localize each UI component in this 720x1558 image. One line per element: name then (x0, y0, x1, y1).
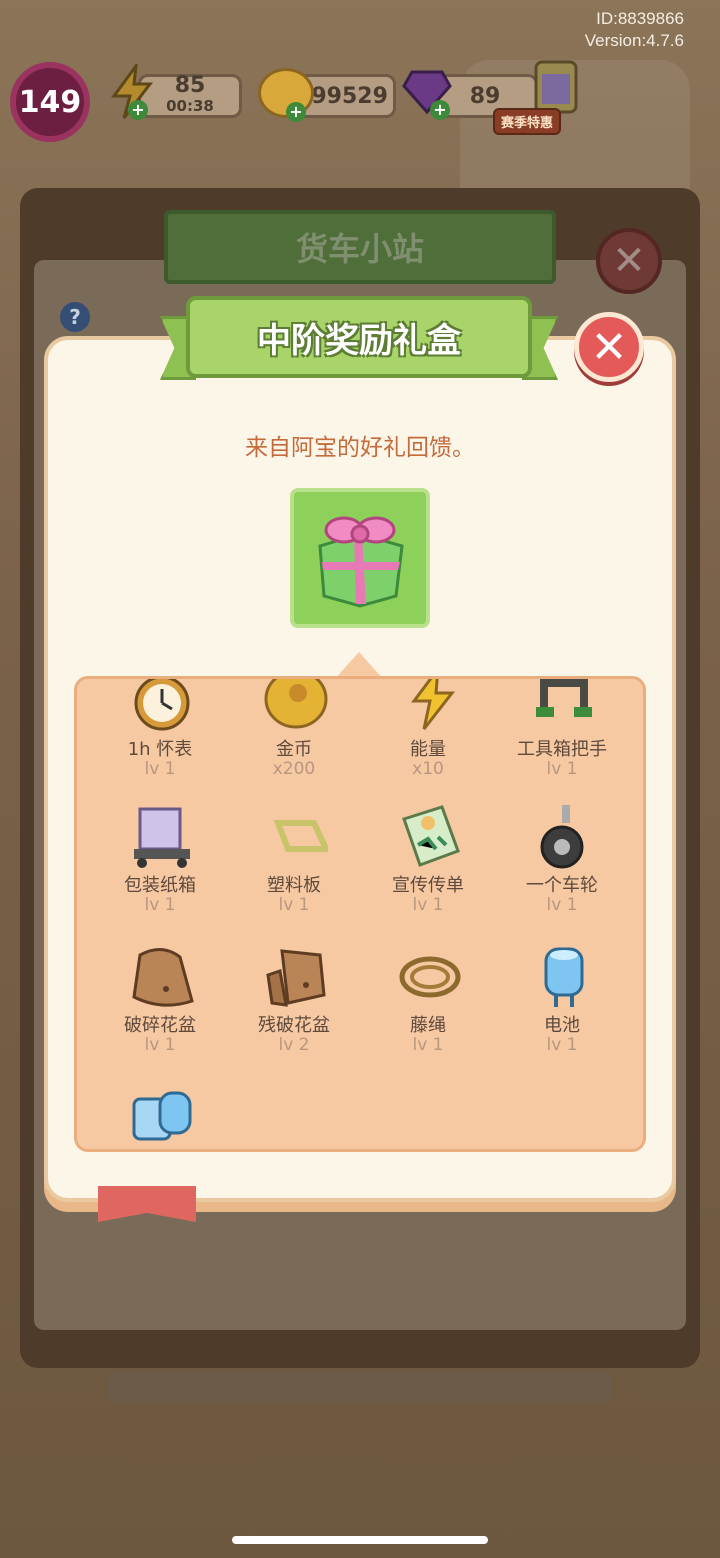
coin-icon (264, 679, 328, 733)
reward-item[interactable]: 破碎花盆 lv 1 (93, 945, 227, 1075)
reward-level: lv 1 (546, 759, 578, 779)
gift-box-frame (290, 488, 430, 628)
player-id: ID:8839866 (596, 9, 684, 28)
close-icon: ✕ (590, 321, 628, 373)
reward-name: 残破花盆 (258, 1015, 330, 1036)
background-panel-title-text: 货车小站 (295, 230, 424, 268)
reward-item[interactable]: 金币 x200 (227, 679, 361, 799)
reward-level: lv 1 (144, 895, 176, 915)
battery-icon (532, 945, 596, 1009)
reward-name: 电池 (544, 1015, 580, 1036)
flyer-icon (398, 805, 462, 869)
broken-pot-icon (130, 945, 194, 1009)
reward-name: 破碎花盆 (124, 1015, 196, 1036)
reward-level: lv 1 (412, 1035, 444, 1055)
reward-level: lv 1 (546, 895, 578, 915)
add-coins-icon[interactable]: + (286, 102, 306, 122)
add-energy-icon[interactable]: + (128, 100, 148, 120)
reward-level: lv 1 (278, 895, 310, 915)
reward-name: 1h 怀表 (127, 739, 193, 760)
level-value: 149 (18, 84, 82, 120)
dialog-title: 中阶奖励礼盒 (257, 320, 461, 361)
reward-level: lv 1 (144, 759, 176, 779)
version-info: ID:8839866 Version:4.7.6 (585, 8, 684, 52)
help-icon: ? (60, 302, 90, 332)
reward-level: lv 1 (412, 895, 444, 915)
reward-item[interactable] (93, 1085, 227, 1149)
reward-name: 塑料板 (267, 875, 321, 896)
level-badge[interactable]: 149 (10, 62, 90, 142)
version-text: Version:4.7.6 (584, 31, 684, 50)
reward-name: 藤绳 (410, 1015, 446, 1036)
reward-list[interactable]: 1h 怀表 lv 1 金币 x200 能量 x10 工具箱把手 lv 1 包装纸… (74, 676, 646, 1152)
reward-item[interactable]: 1h 怀表 lv 1 (93, 679, 227, 799)
damaged-pot-icon (264, 945, 328, 1009)
reward-level: lv 1 (546, 1035, 578, 1055)
reward-name: 宣传传单 (392, 875, 464, 896)
reward-name: 能量 (410, 739, 446, 760)
pocket-watch-icon (130, 679, 194, 733)
energy-timer: 00:38 (166, 97, 214, 115)
cardboard-box-icon (130, 805, 194, 869)
reward-item[interactable]: 包装纸箱 lv 1 (93, 805, 227, 935)
lightning-icon (398, 679, 462, 733)
reward-level: x10 (412, 759, 444, 779)
reward-item[interactable]: 宣传传单 lv 1 (361, 805, 495, 935)
reward-name: 一个车轮 (526, 875, 598, 896)
reward-name: 工具箱把手 (517, 739, 607, 760)
home-indicator[interactable] (232, 1536, 488, 1544)
reward-name: 包装纸箱 (124, 875, 196, 896)
energy-value: 85 (174, 73, 206, 98)
season-offer-label[interactable]: 赛季特惠 (493, 108, 562, 135)
rope-icon (398, 945, 462, 1009)
plastic-board-icon (264, 805, 331, 869)
background-panel-title: 货车小站 (164, 210, 556, 284)
dialog-title-ribbon: 中阶奖励礼盒 (186, 296, 532, 378)
reward-level: lv 1 (144, 1035, 176, 1055)
background-footer (108, 1372, 612, 1402)
reward-item[interactable]: 能量 x10 (361, 679, 495, 799)
wheel-icon (532, 805, 596, 869)
close-button[interactable]: ✕ (574, 312, 644, 382)
reward-item[interactable]: 电池 lv 1 (495, 945, 629, 1075)
add-gems-icon[interactable]: + (430, 100, 450, 120)
reward-item[interactable]: 残破花盆 lv 2 (227, 945, 361, 1075)
background-close-icon: ✕ (596, 228, 662, 294)
reward-item[interactable]: 一个车轮 lv 1 (495, 805, 629, 935)
gift-box-icon (318, 516, 404, 608)
battery-pack-icon (130, 1085, 194, 1149)
dialog-subtitle: 来自阿宝的好礼回馈。 (245, 435, 475, 461)
reward-item[interactable]: 塑料板 lv 1 (227, 805, 361, 935)
reward-item[interactable]: 工具箱把手 lv 1 (495, 679, 629, 799)
reward-name: 金币 (276, 739, 312, 760)
reward-item[interactable]: 藤绳 lv 1 (361, 945, 495, 1075)
reward-level: lv 2 (278, 1035, 310, 1055)
toolbox-handle-icon (532, 679, 596, 733)
reward-level: x200 (272, 759, 316, 779)
